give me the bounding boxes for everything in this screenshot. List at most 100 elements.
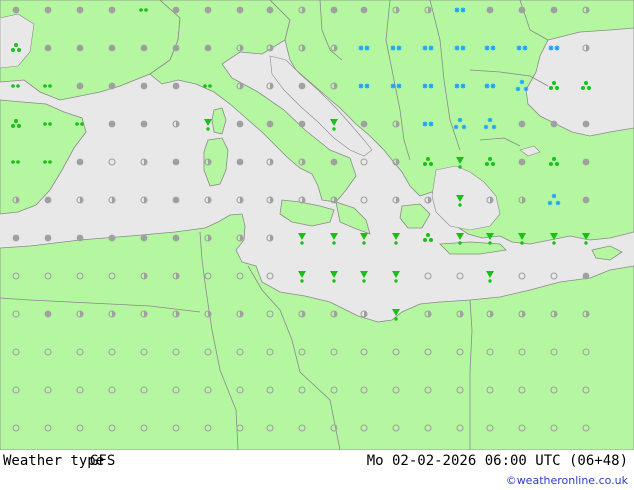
half-ring-icon (140, 196, 148, 204)
rain-icon (360, 233, 368, 245)
rain-icon (298, 233, 306, 245)
half-ring-icon (76, 196, 84, 204)
rain-icon (392, 233, 400, 245)
rain-showers-icon (423, 233, 433, 242)
rain-icon (486, 271, 494, 283)
half-ring-icon (266, 196, 274, 204)
dry-dot-icon (298, 82, 306, 90)
dry-ring-icon (550, 272, 558, 280)
dry-dot-icon (298, 120, 306, 128)
dry-ring-icon (360, 196, 368, 204)
half-ring-icon (204, 196, 212, 204)
dry-dot-icon (518, 158, 526, 166)
dry-ring-icon (424, 272, 432, 280)
rain-icon (330, 271, 338, 283)
half-ring-icon (266, 234, 274, 242)
product-title: Weather type (3, 453, 105, 469)
rain-icon (204, 119, 212, 131)
dry-dot-icon (582, 272, 590, 280)
peloponnese-land (399, 203, 431, 229)
sicily-land (279, 199, 335, 227)
half-ring-icon (108, 196, 116, 204)
italy-heel-land (335, 201, 371, 235)
half-ring-icon (392, 196, 400, 204)
dry-dot-icon (140, 82, 148, 90)
north-africa-land (0, 213, 634, 450)
dry-dot-icon (172, 82, 180, 90)
dry-dot-icon (360, 6, 368, 14)
dry-dot-icon (204, 6, 212, 14)
dry-dot-icon (76, 82, 84, 90)
dry-dot-icon (172, 196, 180, 204)
dry-dot-icon (266, 6, 274, 14)
half-ring-icon (298, 196, 306, 204)
valid-time: Mo 02-02-2026 06:00 UTC (06+48) (366, 453, 628, 469)
dry-dot-icon (518, 6, 526, 14)
rain-icon (360, 271, 368, 283)
half-ring-icon (172, 120, 180, 128)
dry-dot-icon (172, 44, 180, 52)
dry-dot-icon (108, 6, 116, 14)
cyprus-land (591, 245, 623, 261)
rain-icon (330, 233, 338, 245)
half-ring-icon (266, 82, 274, 90)
dry-dot-icon (76, 6, 84, 14)
dry-ring-icon (108, 158, 116, 166)
dry-dot-icon (236, 6, 244, 14)
dry-dot-icon (550, 6, 558, 14)
credit-link[interactable]: ©weatheronline.co.uk (506, 474, 628, 487)
dry-dot-icon (550, 120, 558, 128)
dry-dot-icon (108, 82, 116, 90)
rain-icon (298, 271, 306, 283)
dry-dot-icon (44, 234, 52, 242)
dry-dot-icon (76, 158, 84, 166)
map-footer: Weather type GFS Mo 02-02-2026 06:00 UTC… (0, 450, 634, 490)
half-ring-icon (140, 158, 148, 166)
dry-dot-icon (44, 310, 52, 318)
dry-dot-icon (330, 158, 338, 166)
dry-dot-icon (44, 44, 52, 52)
dry-dot-icon (360, 120, 368, 128)
dry-dot-icon (140, 44, 148, 52)
dry-dot-icon (172, 234, 180, 242)
dry-dot-icon (76, 44, 84, 52)
dry-dot-icon (108, 234, 116, 242)
sardinia-land (203, 137, 229, 187)
crete-land (439, 241, 507, 255)
dry-dot-icon (12, 6, 20, 14)
dry-dot-icon (108, 44, 116, 52)
dry-dot-icon (76, 234, 84, 242)
dry-dot-icon (266, 120, 274, 128)
dry-dot-icon (44, 196, 52, 204)
dry-dot-icon (140, 120, 148, 128)
dry-dot-icon (582, 158, 590, 166)
corsica-land (211, 107, 227, 135)
dry-dot-icon (140, 234, 148, 242)
half-ring-icon (360, 310, 368, 318)
dry-dot-icon (44, 6, 52, 14)
dry-dot-icon (486, 6, 494, 14)
drizzle-icon (11, 84, 20, 88)
dry-dot-icon (582, 196, 590, 204)
model-name: GFS (90, 453, 116, 469)
dry-dot-icon (12, 234, 20, 242)
dry-dot-icon (330, 6, 338, 14)
dry-dot-icon (172, 158, 180, 166)
map-canvas (0, 0, 634, 450)
dry-dot-icon (518, 120, 526, 128)
dry-ring-icon (360, 158, 368, 166)
dry-dot-icon (236, 120, 244, 128)
dry-ring-icon (518, 272, 526, 280)
rain-icon (392, 271, 400, 283)
dry-dot-icon (108, 120, 116, 128)
iberia-land (0, 99, 87, 215)
half-ring-icon (236, 196, 244, 204)
dry-dot-icon (236, 158, 244, 166)
dry-dot-icon (204, 44, 212, 52)
half-ring-icon (424, 196, 432, 204)
weather-map (0, 0, 634, 450)
dry-dot-icon (172, 6, 180, 14)
dry-ring-icon (266, 272, 274, 280)
dry-ring-icon (456, 272, 464, 280)
half-ring-icon (266, 158, 274, 166)
